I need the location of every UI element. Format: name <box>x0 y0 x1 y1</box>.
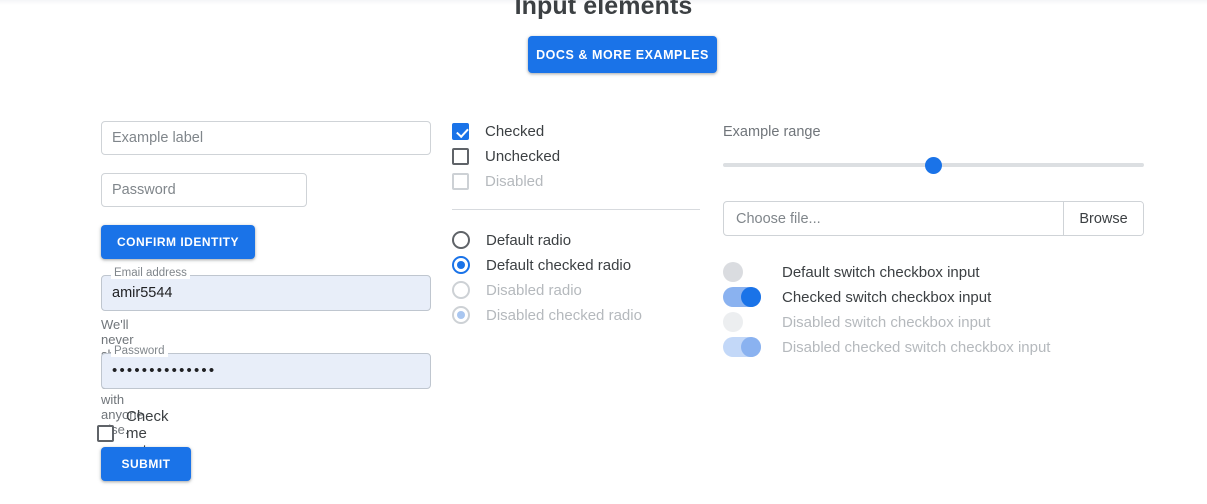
file-input[interactable]: Choose file... Browse <box>723 201 1144 236</box>
example-range-label: Example range <box>723 124 821 140</box>
password-masked-field[interactable]: Password •••••••••••••• <box>101 345 431 389</box>
email-address-label: Email address <box>111 267 190 279</box>
radio-item-label: Default checked radio <box>486 256 632 274</box>
checkbox-item-label: Disabled <box>485 173 544 190</box>
radio-item[interactable]: Default radio <box>452 231 571 249</box>
switch-item-label: Disabled checked switch checkbox input <box>782 338 1051 356</box>
radio-item-label: Default radio <box>486 231 572 249</box>
radio-item-label: Disabled radio <box>486 281 582 299</box>
radio-item-label: Disabled checked radio <box>486 306 642 324</box>
password-masked-label: Password <box>111 345 168 357</box>
browse-button[interactable]: Browse <box>1063 202 1143 235</box>
submit-button[interactable]: SUBMIT <box>101 447 191 481</box>
switch-item-label: Disabled switch checkbox input <box>782 313 991 331</box>
radio-checked-icon <box>452 306 470 324</box>
checkbox-item[interactable]: Unchecked <box>452 148 560 165</box>
switch-off-icon <box>723 312 761 332</box>
docs-and-examples-button[interactable]: DOCS & MORE EXAMPLES <box>528 36 717 73</box>
range-thumb[interactable] <box>925 157 942 174</box>
column-divider <box>452 209 700 210</box>
switch-item[interactable]: Checked switch checkbox input <box>723 287 991 307</box>
switch-off-icon[interactable] <box>723 262 761 282</box>
checkbox-icon[interactable] <box>452 148 469 165</box>
switch-knob <box>741 287 761 307</box>
checkbox-item: Disabled <box>452 173 543 190</box>
email-address-field[interactable]: Email address amir5544 <box>101 267 431 311</box>
switch-knob <box>741 337 761 357</box>
radio-icon <box>452 281 470 299</box>
checkbox-icon <box>452 173 469 190</box>
switch-knob <box>723 262 743 282</box>
checkbox-item[interactable]: Checked <box>452 123 544 140</box>
switch-on-icon[interactable] <box>723 287 761 307</box>
email-address-value: amir5544 <box>112 285 173 301</box>
file-name-display[interactable]: Choose file... <box>724 202 1063 235</box>
checkbox-item-label: Checked <box>485 123 545 140</box>
confirm-identity-button[interactable]: CONFIRM IDENTITY <box>101 225 255 259</box>
radio-icon[interactable] <box>452 231 470 249</box>
page-root: Input elements DOCS & MORE EXAMPLES CONF… <box>0 0 1207 504</box>
radio-item[interactable]: Default checked radio <box>452 256 631 274</box>
checkbox-icon[interactable] <box>97 425 114 442</box>
switch-item: Disabled switch checkbox input <box>723 312 990 332</box>
example-label-input[interactable] <box>101 121 431 155</box>
password-input[interactable] <box>101 173 307 207</box>
switch-knob <box>723 312 743 332</box>
radio-checked-icon[interactable] <box>452 256 470 274</box>
radio-item: Disabled radio <box>452 281 582 299</box>
password-masked-value: •••••••••••••• <box>112 362 217 379</box>
example-range-slider[interactable] <box>723 157 1144 174</box>
switch-item[interactable]: Default switch checkbox input <box>723 262 980 282</box>
checkbox-checked-icon[interactable] <box>452 123 469 140</box>
checkbox-item-label: Unchecked <box>485 148 561 165</box>
switch-item-label: Default switch checkbox input <box>782 263 980 281</box>
radio-item: Disabled checked radio <box>452 306 642 324</box>
switch-item: Disabled checked switch checkbox input <box>723 337 1050 357</box>
switch-on-icon <box>723 337 761 357</box>
switch-item-label: Checked switch checkbox input <box>782 288 992 306</box>
page-title: Input elements <box>514 0 693 20</box>
